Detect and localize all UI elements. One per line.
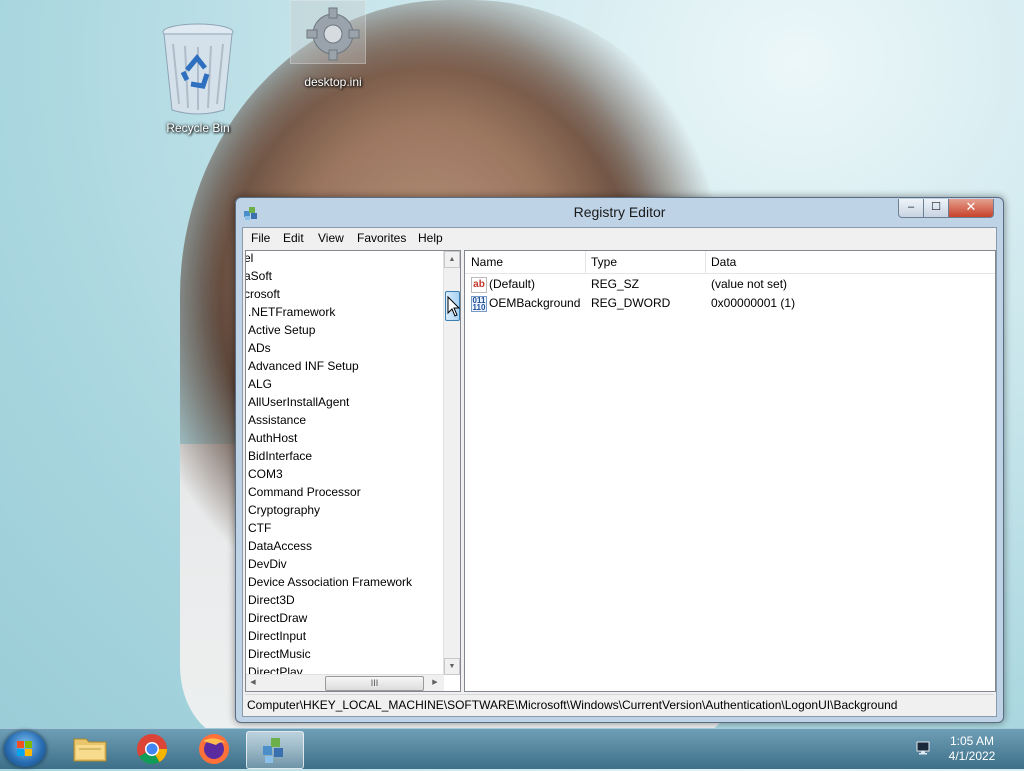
string-value-icon: ab — [471, 277, 487, 293]
tree-horizontal-scrollbar[interactable]: ◀ III ▶ — [246, 674, 444, 691]
tree-item[interactable]: ADs — [248, 339, 271, 357]
status-bar-path: Computer\HKEY_LOCAL_MACHINE\SOFTWARE\Mic… — [245, 694, 994, 715]
recycle-bin-icon — [162, 23, 234, 115]
value-name: (Default) — [489, 277, 536, 291]
windows-logo-icon — [17, 741, 32, 756]
tree-item[interactable]: Cryptography — [248, 501, 320, 519]
menu-view[interactable]: View — [318, 231, 344, 245]
column-header-type[interactable]: Type — [585, 251, 706, 273]
scroll-right-arrow[interactable]: ▶ — [428, 675, 442, 690]
folder-icon — [73, 738, 107, 762]
scroll-down-arrow[interactable]: ▼ — [444, 658, 460, 675]
desktop-icon-recycle-bin[interactable]: Recycle Bin — [153, 22, 243, 135]
clock-date: 4/1/2022 — [948, 749, 996, 763]
value-data: (value not set) — [711, 277, 788, 291]
taskbar-file-explorer[interactable] — [62, 731, 118, 767]
tree-item[interactable]: DirectDraw — [248, 609, 307, 627]
tree-item[interactable]: Active Setup — [248, 321, 315, 339]
column-header-name[interactable]: Name — [465, 251, 586, 273]
tree-item[interactable]: Advanced INF Setup — [248, 357, 359, 375]
tree-item[interactable]: DirectInput — [248, 627, 306, 645]
tree-item[interactable]: crosoft — [246, 285, 280, 303]
key-tree-pane[interactable]: el aSoft crosoft .NETFramework Active Se… — [245, 250, 461, 692]
tree-item[interactable]: .NETFramework — [248, 303, 335, 321]
chrome-icon — [137, 734, 167, 765]
list-header: Name Type Data — [465, 251, 995, 274]
mouse-cursor-icon — [447, 296, 461, 317]
taskbar: 1:05 AM 4/1/2022 — [0, 728, 1024, 769]
desktop-icon-label: Recycle Bin — [166, 121, 230, 135]
taskbar-clock[interactable]: 1:05 AM 4/1/2022 — [940, 734, 1004, 764]
network-tray-icon[interactable] — [915, 741, 931, 755]
scroll-left-arrow[interactable]: ◀ — [246, 675, 260, 690]
tree-item[interactable]: AuthHost — [248, 429, 297, 447]
maximize-button[interactable]: ☐ — [923, 199, 949, 218]
title-bar[interactable]: Registry Editor – ☐ ✕ — [236, 198, 1003, 228]
firefox-icon — [199, 734, 229, 764]
close-button[interactable]: ✕ — [948, 199, 994, 218]
tree-item[interactable]: Direct3D — [248, 591, 295, 609]
list-row-default[interactable]: ab (Default) REG_SZ (value not set) — [465, 275, 995, 294]
binary-value-icon: 011 110 — [471, 296, 487, 312]
list-row-oembackground[interactable]: 011 110 OEMBackground REG_DWORD 0x0000000… — [465, 294, 995, 313]
value-data: 0x00000001 (1) — [711, 296, 796, 310]
tree-item[interactable]: COM3 — [248, 465, 283, 483]
minimize-button[interactable]: – — [898, 199, 924, 218]
window-title: Registry Editor — [573, 204, 666, 220]
menu-help[interactable]: Help — [418, 231, 443, 245]
tree-item[interactable]: Command Processor — [248, 483, 361, 501]
tree-item[interactable]: BidInterface — [248, 447, 312, 465]
menu-bar: File Edit View Favorites Help — [243, 228, 996, 247]
column-header-data[interactable]: Data — [705, 251, 995, 273]
taskbar-firefox[interactable] — [186, 731, 242, 767]
menu-favorites[interactable]: Favorites — [357, 231, 406, 245]
tree-item[interactable]: DevDiv — [248, 555, 287, 573]
values-list-pane[interactable]: Name Type Data ab (Default) REG_SZ (valu… — [464, 250, 996, 692]
value-name: OEMBackground — [489, 296, 581, 310]
tree-item[interactable]: el — [246, 251, 253, 267]
horizontal-scroll-thumb[interactable]: III — [325, 676, 424, 691]
window-client-area: File Edit View Favorites Help el aSoft c… — [242, 227, 997, 717]
start-button[interactable] — [4, 731, 46, 767]
value-type: REG_SZ — [591, 277, 640, 291]
menu-file[interactable]: File — [251, 231, 270, 245]
taskbar-registry-editor[interactable] — [246, 731, 304, 769]
desktop-icon-label: desktop.ini — [304, 75, 362, 89]
gear-file-icon — [306, 7, 360, 61]
tree-item[interactable]: Assistance — [248, 411, 306, 429]
value-type: REG_DWORD — [591, 296, 671, 310]
tree-item[interactable]: CTF — [248, 519, 271, 537]
menu-edit[interactable]: Edit — [283, 231, 304, 245]
tree-item[interactable]: ALG — [248, 375, 272, 393]
taskbar-chrome[interactable] — [124, 731, 180, 767]
desktop-icon-desktop-ini[interactable]: desktop.ini — [288, 0, 378, 89]
tree-item[interactable]: AllUserInstallAgent — [248, 393, 349, 411]
tree-item[interactable]: aSoft — [246, 267, 272, 285]
registry-editor-window: Registry Editor – ☐ ✕ File Edit View Fav… — [235, 197, 1004, 723]
scroll-up-arrow[interactable]: ▲ — [444, 251, 460, 268]
tree-item[interactable]: DataAccess — [248, 537, 312, 555]
tree-item[interactable]: DirectMusic — [248, 645, 311, 663]
tree-item[interactable]: Device Association Framework — [248, 573, 412, 591]
regedit-icon — [263, 738, 283, 763]
clock-time: 1:05 AM — [949, 734, 995, 748]
